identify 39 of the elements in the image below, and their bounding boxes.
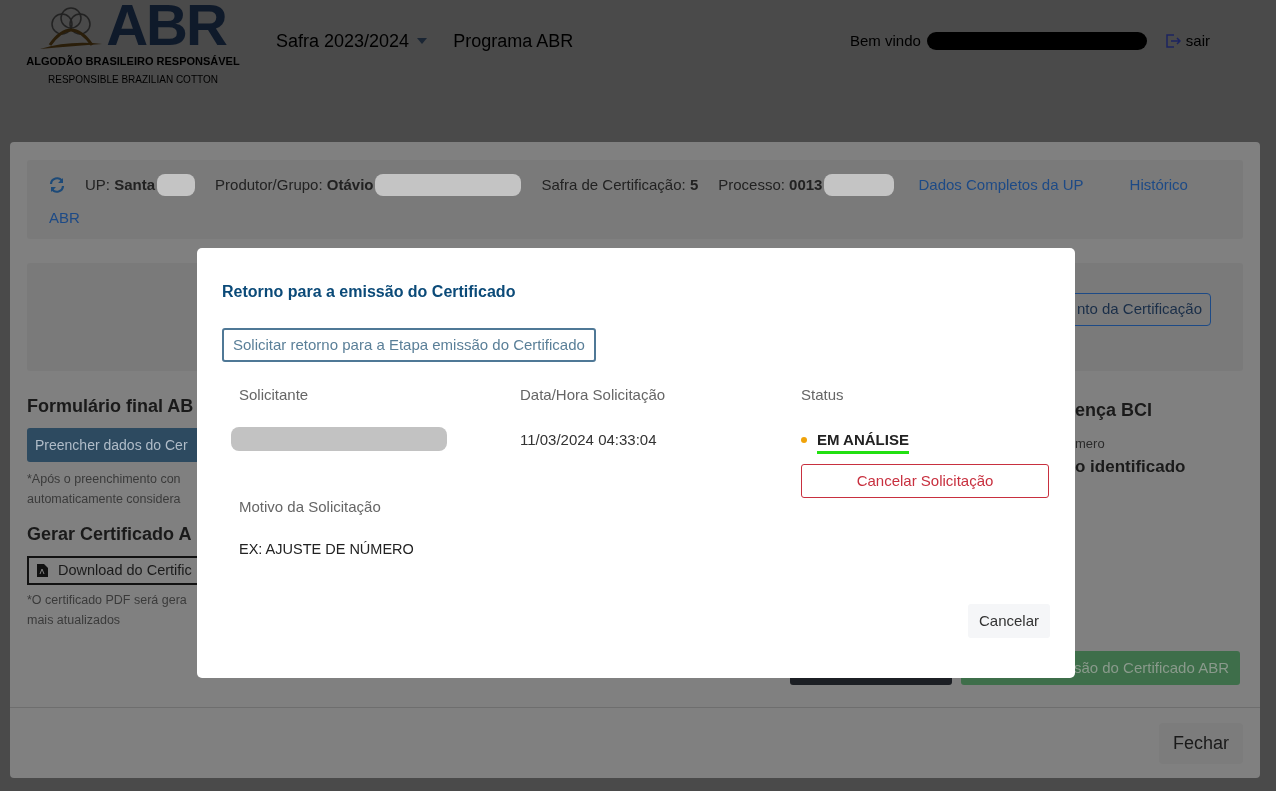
redaction-block (824, 174, 895, 197)
request-return-button[interactable]: Solicitar retorno para a Etapa emissão do Certificado (222, 328, 596, 362)
column-label: Data/Hora Solicitação (520, 385, 667, 405)
info-link[interactable]: Histórico (1129, 174, 1188, 197)
info-link[interactable]: ABR (49, 206, 80, 229)
fill-data-button[interactable]: Preencher dados do Cer (27, 428, 197, 462)
season-dropdown[interactable]: Safra 2023/2024 (276, 27, 428, 55)
logout-link[interactable]: sair (1164, 29, 1210, 53)
column-label: Motivo da Solicitação (239, 497, 382, 517)
request-reason: EX: AJUSTE DE NÚMERO (239, 539, 415, 559)
info-field: UP: Santa (85, 174, 156, 197)
field-label: mero (1075, 435, 1106, 453)
certificate-note: *O certificado PDF será gera mais atualizados (27, 592, 188, 629)
logout-icon (1164, 34, 1181, 48)
caret-icon (417, 38, 428, 44)
status-text: EM ANÁLISE (817, 428, 909, 454)
refresh-icon[interactable] (49, 177, 65, 194)
nav-link[interactable]: Programa ABR (453, 27, 574, 55)
info-field: Produtor/Grupo: Otávio (215, 174, 374, 197)
logo-mark: ABR (106, 0, 226, 51)
section-title: Gerar Certificado A (27, 523, 193, 546)
section-title: Formulário final AB (27, 395, 195, 418)
info-field: Safra de Certificação: 5 (541, 174, 699, 197)
form-note: *Após o preenchimento con automaticamente considera (27, 471, 182, 508)
welcome-text: Bem vindo (849, 30, 921, 51)
dialog-title: Retorno para a emissão do Certificado (222, 282, 517, 302)
info-link[interactable]: Dados Completos da UP (918, 174, 1084, 197)
close-button[interactable]: Fechar (1158, 722, 1243, 764)
pdf-file-icon (37, 564, 48, 577)
column-label: Solicitante (239, 385, 310, 405)
section-title: ença BCI (1075, 399, 1154, 422)
cancel-button[interactable]: Cancelar (967, 604, 1050, 639)
field-value: o identificado (1075, 455, 1187, 478)
cancel-request-button[interactable]: Cancelar Solicitação (801, 464, 1049, 498)
redaction-block (157, 174, 196, 197)
request-date: 11/03/2024 04:33:04 (520, 429, 658, 450)
info-field: Processo: 0013 (718, 174, 823, 197)
logo-name: ALGODÃO BRASILEIRO RESPONSÁVEL (26, 54, 240, 69)
column-label: Status (801, 385, 845, 405)
